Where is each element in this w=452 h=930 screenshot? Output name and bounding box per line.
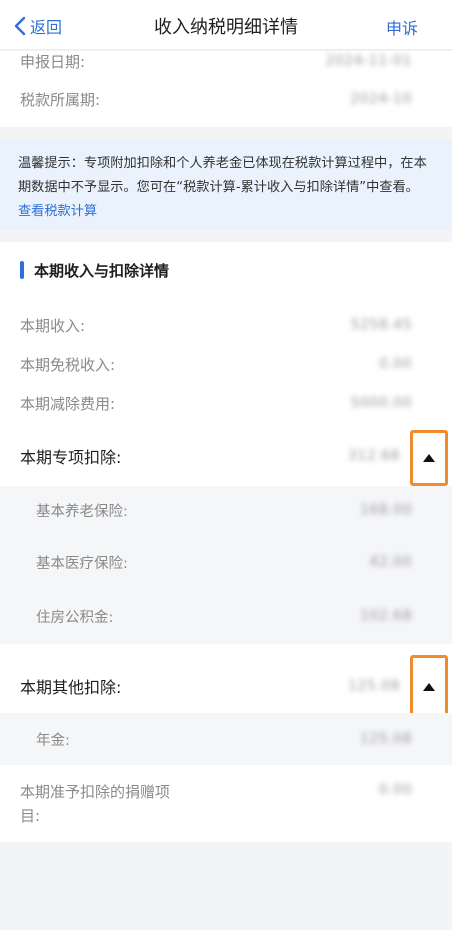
- appeal-button[interactable]: 申诉: [386, 15, 418, 39]
- tax-free-value: 0.00: [378, 356, 412, 372]
- other-deduction-collapse-button[interactable]: [410, 655, 448, 719]
- deduct-cost-label: 本期减除费用:: [20, 394, 116, 413]
- medical-insurance-value: 42.00: [369, 554, 412, 570]
- special-deduction-details: 基本养老保险: 168.00 基本医疗保险: 42.00 住房公积金: 102.…: [0, 486, 452, 644]
- triangle-up-icon: [423, 683, 435, 691]
- tax-free-label: 本期免税收入:: [20, 355, 116, 374]
- section-accent-bar: [20, 261, 24, 279]
- tax-free-row: 本期免税收入: 0.00: [0, 352, 452, 376]
- donation-value: 0.00: [378, 782, 412, 798]
- annuity-label: 年金:: [36, 732, 70, 749]
- income-row: 本期收入: 5258.45: [0, 313, 452, 337]
- triangle-up-icon: [423, 454, 435, 462]
- donation-row: 本期准予扣除的捐赠项 目: 0.00: [0, 780, 452, 828]
- deduct-cost-value: 5000.00: [350, 395, 412, 411]
- section-title: 本期收入与扣除详情: [34, 261, 170, 280]
- special-deduction-label: 本期专项扣除:: [20, 448, 122, 467]
- donation-label-line1: 本期准予扣除的捐赠项: [20, 783, 171, 801]
- summary-card: 申报日期: 2024-11-01 税款所属期: 2024-10: [0, 51, 452, 127]
- special-deduction-collapse-button[interactable]: [410, 430, 448, 486]
- notice-text: 温馨提示：专项附加扣除和个人养老金已体现在税款计算过程中，在本期数据中不予显示。…: [18, 156, 427, 195]
- annuity-row: 年金: 125.08: [0, 727, 452, 751]
- declare-date-label: 申报日期:: [20, 53, 86, 71]
- other-deduction-label: 本期其他扣除:: [20, 678, 122, 697]
- donation-label-line2: 目:: [20, 807, 41, 825]
- donation-label: 本期准予扣除的捐赠项 目:: [20, 780, 170, 828]
- page-title: 收入纳税明细详情: [154, 17, 298, 38]
- tax-period-value: 2024-10: [350, 91, 412, 107]
- notice-box: 温馨提示：专项附加扣除和个人养老金已体现在税款计算过程中，在本期数据中不予显示。…: [0, 140, 452, 230]
- declare-date-row: 申报日期: 2024-11-01: [0, 51, 452, 75]
- other-deduction-details: 年金: 125.08: [0, 713, 452, 765]
- pension-insurance-row: 基本养老保险: 168.00: [0, 498, 452, 522]
- section-header: 本期收入与扣除详情: [20, 258, 169, 282]
- special-deduction-row[interactable]: 本期专项扣除: 312.68: [0, 443, 452, 469]
- other-deduction-row[interactable]: 本期其他扣除: 125.08: [0, 673, 452, 699]
- special-deduction-value: 312.68: [348, 448, 400, 464]
- deduct-cost-row: 本期减除费用: 5000.00: [0, 391, 452, 415]
- pension-insurance-label: 基本养老保险:: [36, 503, 128, 520]
- view-tax-calc-link[interactable]: 查看税款计算: [18, 204, 97, 219]
- income-label: 本期收入:: [20, 316, 86, 335]
- tax-period-label: 税款所属期:: [20, 91, 101, 109]
- income-value: 5258.45: [350, 317, 412, 333]
- annuity-value: 125.08: [360, 731, 412, 747]
- medical-insurance-label: 基本医疗保险:: [36, 555, 128, 572]
- tax-period-row: 税款所属期: 2024-10: [0, 89, 452, 113]
- housing-fund-value: 102.68: [360, 608, 412, 624]
- nav-bar: 返回 收入纳税明细详情 申诉: [0, 0, 452, 50]
- housing-fund-row: 住房公积金: 102.68: [0, 604, 452, 628]
- housing-fund-label: 住房公积金:: [36, 609, 114, 626]
- other-deduction-value: 125.08: [348, 678, 400, 694]
- medical-insurance-row: 基本医疗保险: 42.00: [0, 550, 452, 574]
- declare-date-value: 2024-11-01: [325, 53, 412, 69]
- pension-insurance-value: 168.00: [360, 502, 412, 518]
